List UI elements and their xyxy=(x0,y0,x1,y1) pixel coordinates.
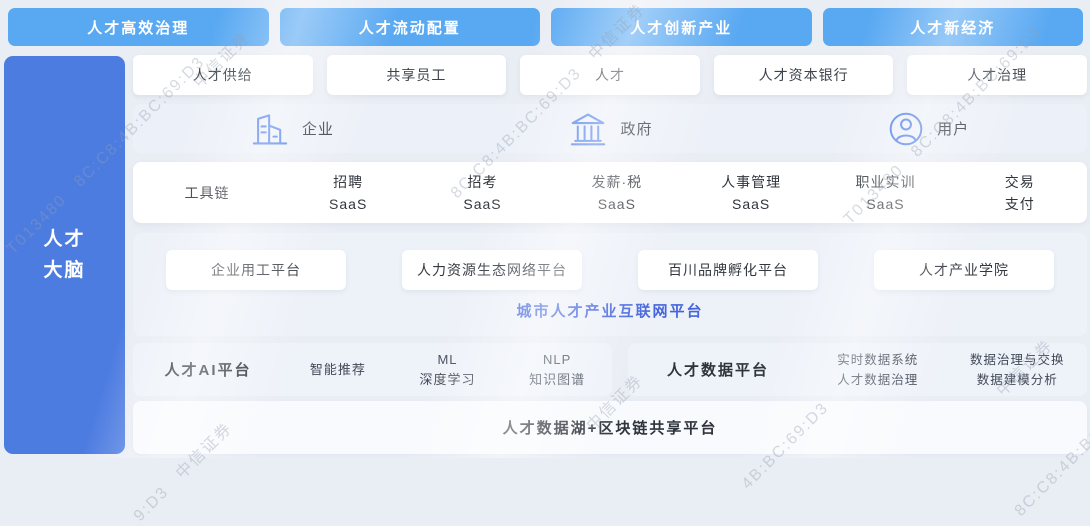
bank-icon xyxy=(569,112,607,146)
toolchain-band: 工具链 招聘 SaaS 招考 SaaS 发薪·税 SaaS 人事管理 SaaS … xyxy=(133,162,1087,223)
ai-item-line: 智能推荐 xyxy=(310,360,366,380)
toolchain-item-line: SaaS xyxy=(598,193,636,215)
talent-data-panel: 人才数据平台 实时数据系统 人才数据治理 数据治理与交换 数据建模分析 xyxy=(628,343,1087,396)
data-item-exchange-modeling: 数据治理与交换 数据建模分析 xyxy=(948,350,1088,390)
data-panel-title: 人才数据平台 xyxy=(628,359,808,380)
ai-item-ml-deep-learning: ML 深度学习 xyxy=(393,350,503,390)
box-hr-ecosystem-network-platform: 人力资源生态网络平台 xyxy=(402,250,582,290)
actor-user-label: 用户 xyxy=(937,118,969,139)
toolchain-title: 工具链 xyxy=(133,183,281,203)
toolchain-item-line: 人事管理 xyxy=(721,171,781,193)
toolchain-item-line: SaaS xyxy=(866,193,904,215)
building-icon xyxy=(251,112,289,146)
toolchain-item-line: SaaS xyxy=(463,193,501,215)
data-item-line: 人才数据治理 xyxy=(837,370,918,390)
box-talent: 人才 xyxy=(520,55,700,95)
box-baichuan-brand-incubation-platform: 百川品牌孵化平台 xyxy=(638,250,818,290)
toolchain-item-trade-payment: 交易 支付 xyxy=(953,171,1087,215)
pill-talent-innovation: 人才创新产业 xyxy=(551,8,812,46)
toolchain-item-hr-saas: 人事管理 SaaS xyxy=(684,171,818,215)
ai-panel-title: 人才AI平台 xyxy=(133,359,283,380)
data-item-line: 数据治理与交换 xyxy=(970,350,1065,370)
actors-band: 企业 政府 用户 xyxy=(133,104,1087,153)
toolchain-item-line: 交易 xyxy=(1005,171,1035,193)
ai-item-line: ML xyxy=(437,350,457,370)
ai-item-line: NLP xyxy=(543,350,571,370)
data-item-realtime-governance: 实时数据系统 人才数据治理 xyxy=(808,350,948,390)
data-item-line: 实时数据系统 xyxy=(837,350,918,370)
toolchain-item-line: 支付 xyxy=(1005,193,1035,215)
talent-brain-label-line1: 人才 xyxy=(43,224,85,255)
toolchain-item-line: SaaS xyxy=(329,193,367,215)
talent-ai-panel: 人才AI平台 智能推荐 ML 深度学习 NLP 知识图谱 xyxy=(133,343,612,396)
toolchain-item-line: 职业实训 xyxy=(855,171,915,193)
toolchain-item-line: SaaS xyxy=(732,193,770,215)
ai-item-nlp-knowledge-graph: NLP 知识图谱 xyxy=(502,350,612,390)
city-platform-caption: 城市人才产业互联网平台 xyxy=(133,300,1087,321)
box-talent-supply: 人才供给 xyxy=(133,55,313,95)
talent-brain-architecture-diagram: 人才高效治理 人才流动配置 人才创新产业 人才新经济 人才 大脑 人才供给 共享… xyxy=(0,0,1090,458)
toolchain-item-line: 招考 xyxy=(467,171,497,193)
actor-enterprise-label: 企业 xyxy=(302,118,334,139)
toolchain-item-line: 招聘 xyxy=(333,171,363,193)
user-icon xyxy=(888,111,924,147)
talent-brain-label-line2: 大脑 xyxy=(43,255,85,286)
actor-government-label: 政府 xyxy=(620,118,652,139)
data-item-line: 数据建模分析 xyxy=(977,370,1058,390)
box-talent-governance: 人才治理 xyxy=(907,55,1087,95)
ai-item-line: 深度学习 xyxy=(420,370,476,390)
box-talent-capital-bank: 人才资本银行 xyxy=(714,55,894,95)
pill-talent-economy: 人才新经济 xyxy=(823,8,1084,46)
platform-box-row: 企业用工平台 人力资源生态网络平台 百川品牌孵化平台 人才产业学院 xyxy=(166,250,1054,290)
ai-item-smart-recommendation: 智能推荐 xyxy=(283,360,393,380)
pill-talent-governance: 人才高效治理 xyxy=(8,8,269,46)
talent-brain-block: 人才 大脑 xyxy=(4,56,125,454)
supply-row: 人才供给 共享员工 人才 人才资本银行 人才治理 xyxy=(133,55,1087,95)
toolchain-item-payroll-tax-saas: 发薪·税 SaaS xyxy=(550,171,684,215)
box-shared-staff: 共享员工 xyxy=(327,55,507,95)
toolchain-item-training-saas: 职业实训 SaaS xyxy=(818,171,952,215)
ai-item-line: 知识图谱 xyxy=(529,370,585,390)
box-talent-industry-academy: 人才产业学院 xyxy=(874,250,1054,290)
pill-talent-flow: 人才流动配置 xyxy=(280,8,541,46)
toolchain-item-exam-saas: 招考 SaaS xyxy=(415,171,549,215)
toolchain-item-line: 发薪·税 xyxy=(591,171,642,193)
box-enterprise-employment-platform: 企业用工平台 xyxy=(166,250,346,290)
top-pill-row: 人才高效治理 人才流动配置 人才创新产业 人才新经济 xyxy=(8,8,1083,46)
data-lake-blockchain-bar: 人才数据湖+区块链共享平台 xyxy=(133,401,1087,454)
city-platform-panel: 企业用工平台 人力资源生态网络平台 百川品牌孵化平台 人才产业学院 城市人才产业… xyxy=(133,233,1087,336)
actor-government: 政府 xyxy=(569,112,652,146)
actor-enterprise: 企业 xyxy=(251,112,334,146)
toolchain-item-recruiting-saas: 招聘 SaaS xyxy=(281,171,415,215)
actor-user: 用户 xyxy=(888,111,969,147)
